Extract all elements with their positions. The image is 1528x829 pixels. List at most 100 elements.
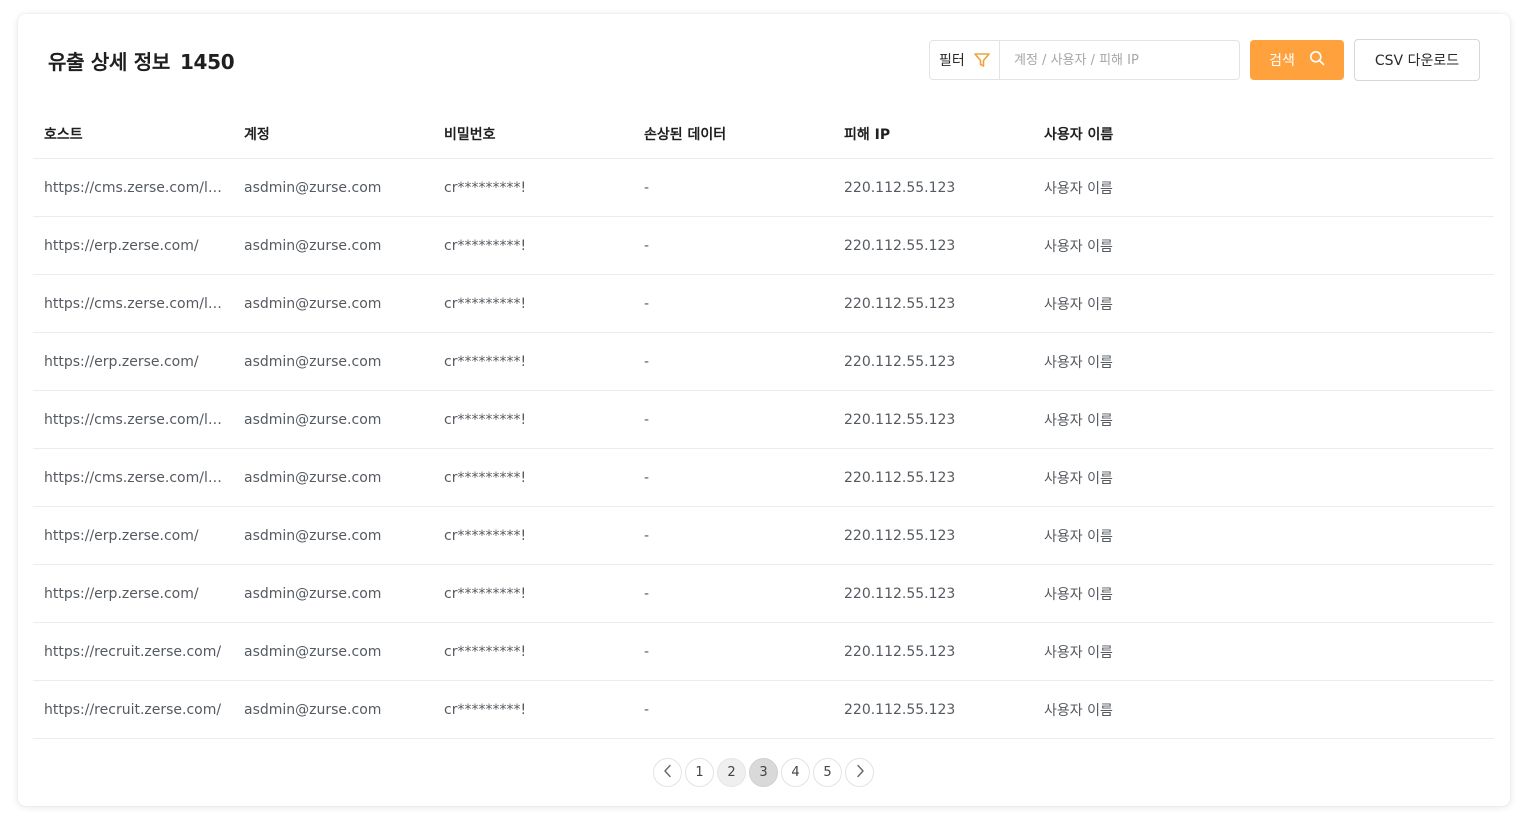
leak-detail-card: 유출 상세 정보 1450 필터 검색 CSV 다운로드 호스트 계정 xyxy=(18,14,1510,806)
cell-password: cr*********! xyxy=(444,411,527,428)
cell-host: https://cms.zerse.com/login xyxy=(44,411,233,428)
csv-download-label: CSV 다운로드 xyxy=(1374,53,1460,69)
chevron-left-icon xyxy=(662,764,674,782)
prev-page-button[interactable] xyxy=(653,758,682,787)
table-header: 호스트 계정 비밀번호 손상된 데이터 피해 IP 사용자 이름 xyxy=(33,109,1494,159)
cell-host: https://recruit.zerse.com/ xyxy=(44,701,222,718)
cell-account: asdmin@zurse.com xyxy=(244,353,382,370)
cell-account: asdmin@zurse.com xyxy=(244,237,382,254)
leak-table: 호스트 계정 비밀번호 손상된 데이터 피해 IP 사용자 이름 https:/… xyxy=(33,109,1494,739)
cell-victim-ip: 220.112.55.123 xyxy=(844,585,956,602)
cell-password: cr*********! xyxy=(444,179,527,196)
column-header-username: 사용자 이름 xyxy=(1044,126,1114,143)
filter-icon xyxy=(973,51,991,69)
cell-victim-ip: 220.112.55.123 xyxy=(844,411,956,428)
table-row[interactable]: https://recruit.zerse.com/ asdmin@zurse.… xyxy=(33,681,1494,739)
cell-victim-ip: 220.112.55.123 xyxy=(844,643,956,660)
filter-label: 필터 xyxy=(939,53,965,69)
cell-host: https://recruit.zerse.com/ xyxy=(44,643,222,660)
cell-username: 사용자 이름 xyxy=(1044,354,1113,371)
filter-button[interactable]: 필터 xyxy=(930,41,1000,79)
cell-victim-ip: 220.112.55.123 xyxy=(844,527,956,544)
cell-username: 사용자 이름 xyxy=(1044,180,1113,197)
chevron-right-icon xyxy=(854,764,866,782)
pagination: 1 2 3 4 5 xyxy=(653,758,874,787)
cell-host: https://cms.zerse.com/login xyxy=(44,469,233,486)
cell-compromised-data: - xyxy=(644,237,650,254)
cell-account: asdmin@zurse.com xyxy=(244,469,382,486)
cell-compromised-data: - xyxy=(644,179,650,196)
cell-password: cr*********! xyxy=(444,469,527,486)
table-row[interactable]: https://erp.zerse.com/ asdmin@zurse.com … xyxy=(33,565,1494,623)
page-button-4[interactable]: 4 xyxy=(781,758,810,787)
next-page-button[interactable] xyxy=(845,758,874,787)
column-header-account: 계정 xyxy=(244,126,270,143)
table-row[interactable]: https://cms.zerse.com/login asdmin@zurse… xyxy=(33,275,1494,333)
column-header-password: 비밀번호 xyxy=(444,126,496,143)
cell-account: asdmin@zurse.com xyxy=(244,295,382,312)
cell-account: asdmin@zurse.com xyxy=(244,701,382,718)
cell-compromised-data: - xyxy=(644,701,650,718)
cell-username: 사용자 이름 xyxy=(1044,412,1113,429)
csv-download-button[interactable]: CSV 다운로드 xyxy=(1354,39,1480,81)
cell-password: cr*********! xyxy=(444,701,527,718)
cell-account: asdmin@zurse.com xyxy=(244,585,382,602)
cell-compromised-data: - xyxy=(644,469,650,486)
table-row[interactable]: https://cms.zerse.com/login asdmin@zurse… xyxy=(33,159,1494,217)
cell-account: asdmin@zurse.com xyxy=(244,643,382,660)
cell-victim-ip: 220.112.55.123 xyxy=(844,179,956,196)
page-button-2[interactable]: 2 xyxy=(717,758,746,787)
cell-compromised-data: - xyxy=(644,411,650,428)
cell-password: cr*********! xyxy=(444,237,527,254)
table-row[interactable]: https://cms.zerse.com/login asdmin@zurse… xyxy=(33,391,1494,449)
search-box: 필터 xyxy=(929,40,1240,80)
cell-compromised-data: - xyxy=(644,295,650,312)
cell-account: asdmin@zurse.com xyxy=(244,179,382,196)
column-header-compromised-data: 손상된 데이터 xyxy=(644,126,727,143)
search-button-label: 검색 xyxy=(1269,53,1295,69)
cell-victim-ip: 220.112.55.123 xyxy=(844,295,956,312)
cell-compromised-data: - xyxy=(644,527,650,544)
table-row[interactable]: https://recruit.zerse.com/ asdmin@zurse.… xyxy=(33,623,1494,681)
column-header-victim-ip: 피해 IP xyxy=(844,126,891,143)
cell-account: asdmin@zurse.com xyxy=(244,527,382,544)
cell-username: 사용자 이름 xyxy=(1044,238,1113,255)
cell-username: 사용자 이름 xyxy=(1044,296,1113,313)
cell-host: https://erp.zerse.com/ xyxy=(44,353,199,370)
cell-victim-ip: 220.112.55.123 xyxy=(844,469,956,486)
page-button-1[interactable]: 1 xyxy=(685,758,714,787)
cell-host: https://erp.zerse.com/ xyxy=(44,585,199,602)
cell-victim-ip: 220.112.55.123 xyxy=(844,701,956,718)
table-row[interactable]: https://erp.zerse.com/ asdmin@zurse.com … xyxy=(33,333,1494,391)
cell-victim-ip: 220.112.55.123 xyxy=(844,237,956,254)
table-row[interactable]: https://erp.zerse.com/ asdmin@zurse.com … xyxy=(33,507,1494,565)
page-button-5[interactable]: 5 xyxy=(813,758,842,787)
cell-username: 사용자 이름 xyxy=(1044,586,1113,603)
search-icon xyxy=(1309,50,1325,70)
cell-password: cr*********! xyxy=(444,353,527,370)
cell-host: https://cms.zerse.com/login xyxy=(44,179,233,196)
cell-compromised-data: - xyxy=(644,353,650,370)
cell-password: cr*********! xyxy=(444,295,527,312)
page-title: 유출 상세 정보 1450 xyxy=(48,46,235,75)
search-input[interactable] xyxy=(1000,41,1239,79)
cell-username: 사용자 이름 xyxy=(1044,644,1113,661)
cell-password: cr*********! xyxy=(444,643,527,660)
total-count: 1450 xyxy=(179,50,235,74)
cell-username: 사용자 이름 xyxy=(1044,470,1113,487)
page-button-3-current[interactable]: 3 xyxy=(749,758,778,787)
cell-password: cr*********! xyxy=(444,585,527,602)
cell-host: https://erp.zerse.com/ xyxy=(44,527,199,544)
cell-compromised-data: - xyxy=(644,643,650,660)
table-row[interactable]: https://erp.zerse.com/ asdmin@zurse.com … xyxy=(33,217,1494,275)
cell-username: 사용자 이름 xyxy=(1044,528,1113,545)
cell-password: cr*********! xyxy=(444,527,527,544)
table-row[interactable]: https://cms.zerse.com/login asdmin@zurse… xyxy=(33,449,1494,507)
cell-account: asdmin@zurse.com xyxy=(244,411,382,428)
search-button[interactable]: 검색 xyxy=(1250,40,1344,80)
cell-victim-ip: 220.112.55.123 xyxy=(844,353,956,370)
cell-host: https://cms.zerse.com/login xyxy=(44,295,233,312)
column-header-host: 호스트 xyxy=(44,126,83,143)
cell-compromised-data: - xyxy=(644,585,650,602)
cell-host: https://erp.zerse.com/ xyxy=(44,237,199,254)
